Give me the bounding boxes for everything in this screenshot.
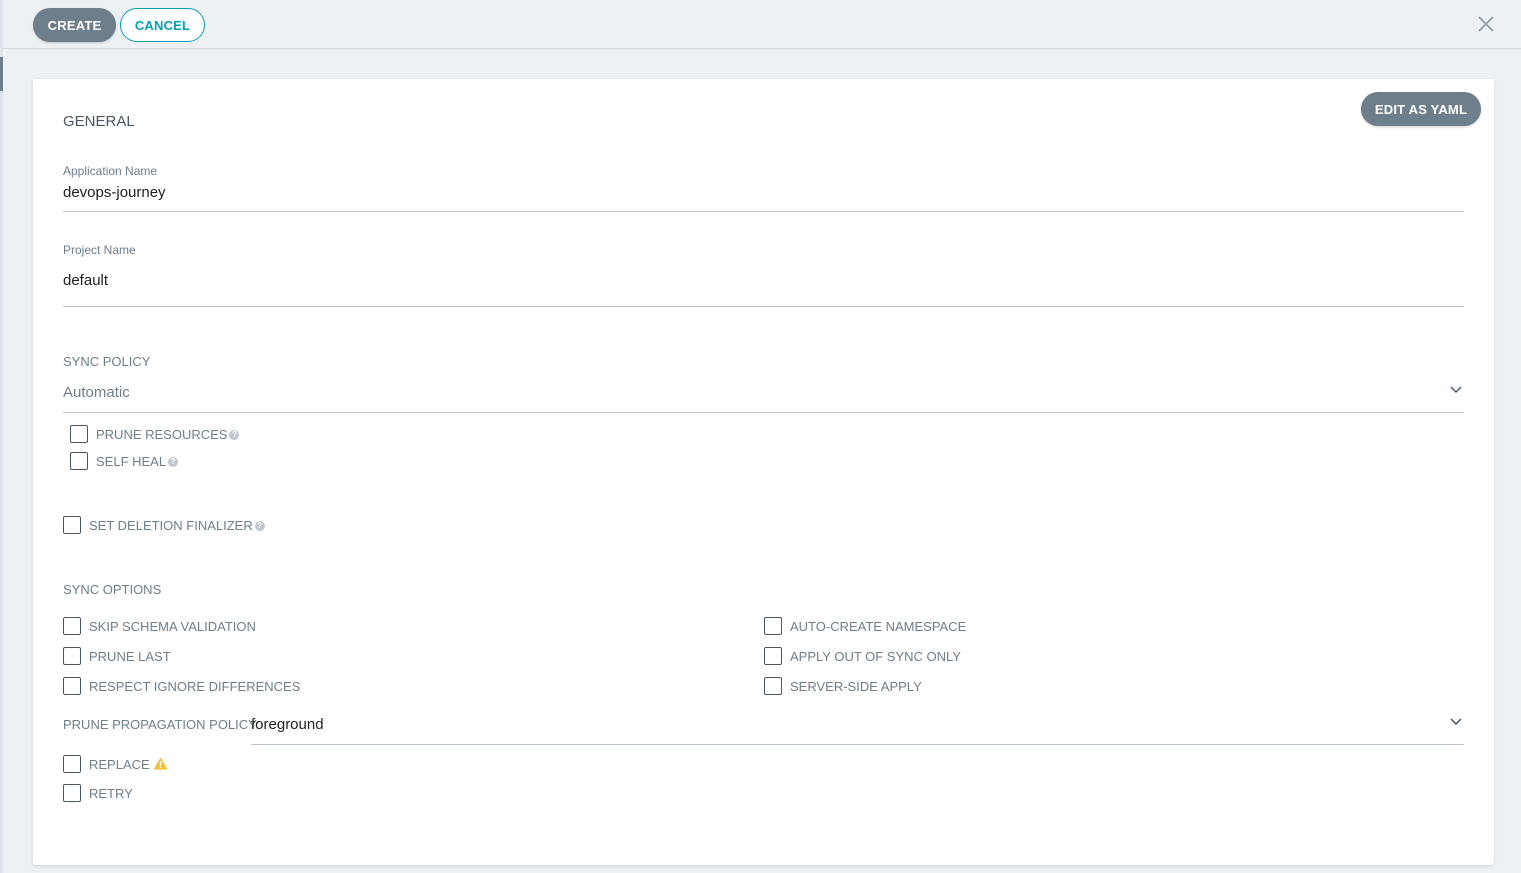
sync-policy-select[interactable]: Automatic xyxy=(63,383,1464,413)
project-name-label: Project Name xyxy=(63,243,136,257)
respect-ignore-differences-checkbox[interactable] xyxy=(63,677,81,695)
help-icon[interactable]: ? xyxy=(229,429,240,440)
self-heal-label: SELF HEAL xyxy=(96,454,167,469)
auto-create-namespace-label: AUTO-CREATE NAMESPACE xyxy=(790,619,967,634)
sync-options-title: SYNC OPTIONS xyxy=(63,582,162,597)
application-name-label: Application Name xyxy=(63,164,158,178)
set-deletion-finalizer-checkbox[interactable] xyxy=(63,516,81,534)
apply-out-of-sync-only-checkbox[interactable] xyxy=(764,647,782,665)
retry-checkbox[interactable] xyxy=(63,784,81,802)
prune-resources-label: PRUNE RESOURCES xyxy=(96,427,228,442)
self-heal-option: SELF HEAL? xyxy=(96,454,179,469)
close-icon[interactable] xyxy=(1475,13,1497,35)
skip-schema-validation-label: SKIP SCHEMA VALIDATION xyxy=(89,619,256,634)
prune-propagation-policy-select[interactable]: foreground xyxy=(251,715,1464,745)
application-name-input[interactable]: devops-journey xyxy=(63,184,1464,212)
left-edge-strip xyxy=(0,0,3,873)
edit-as-yaml-button[interactable]: EDIT AS YAML xyxy=(1361,92,1481,126)
chevron-down-icon[interactable] xyxy=(1449,383,1463,397)
server-side-apply-label: SERVER-SIDE APPLY xyxy=(790,679,922,694)
warning-icon xyxy=(153,757,168,770)
left-edge-handle[interactable] xyxy=(0,57,3,91)
create-button[interactable]: CREATE xyxy=(33,8,116,42)
replace-checkbox[interactable] xyxy=(63,755,81,773)
retry-label: RETRY xyxy=(89,786,133,801)
skip-schema-validation-checkbox[interactable] xyxy=(63,617,81,635)
auto-create-namespace-checkbox[interactable] xyxy=(764,617,782,635)
prune-resources-option: PRUNE RESOURCES? xyxy=(96,427,240,442)
set-deletion-finalizer-option: SET DELETION FINALIZER? xyxy=(89,518,265,533)
prune-propagation-policy-label: PRUNE PROPAGATION POLICY: xyxy=(63,717,260,732)
sync-policy-label: SYNC POLICY xyxy=(63,354,151,369)
help-icon[interactable]: ? xyxy=(254,520,265,531)
apply-out-of-sync-only-label: APPLY OUT OF SYNC ONLY xyxy=(790,649,961,664)
general-section-title: GENERAL xyxy=(63,113,135,130)
cancel-button[interactable]: CANCEL xyxy=(120,8,205,42)
create-application-panel: EDIT AS YAML GENERAL Application Name de… xyxy=(33,79,1494,865)
respect-ignore-differences-label: RESPECT IGNORE DIFFERENCES xyxy=(89,679,301,694)
chevron-down-icon[interactable] xyxy=(1449,715,1463,729)
set-deletion-finalizer-label: SET DELETION FINALIZER xyxy=(89,518,253,533)
prune-last-label: PRUNE LAST xyxy=(89,649,171,664)
prune-resources-checkbox[interactable] xyxy=(70,425,88,443)
server-side-apply-checkbox[interactable] xyxy=(764,677,782,695)
replace-option: REPLACE xyxy=(89,757,168,772)
help-icon[interactable]: ? xyxy=(168,456,179,467)
top-toolbar: CREATE CANCEL xyxy=(3,0,1521,49)
self-heal-checkbox[interactable] xyxy=(70,452,88,470)
prune-last-checkbox[interactable] xyxy=(63,647,81,665)
replace-label: REPLACE xyxy=(89,757,150,772)
project-name-input[interactable]: default xyxy=(63,271,1464,307)
